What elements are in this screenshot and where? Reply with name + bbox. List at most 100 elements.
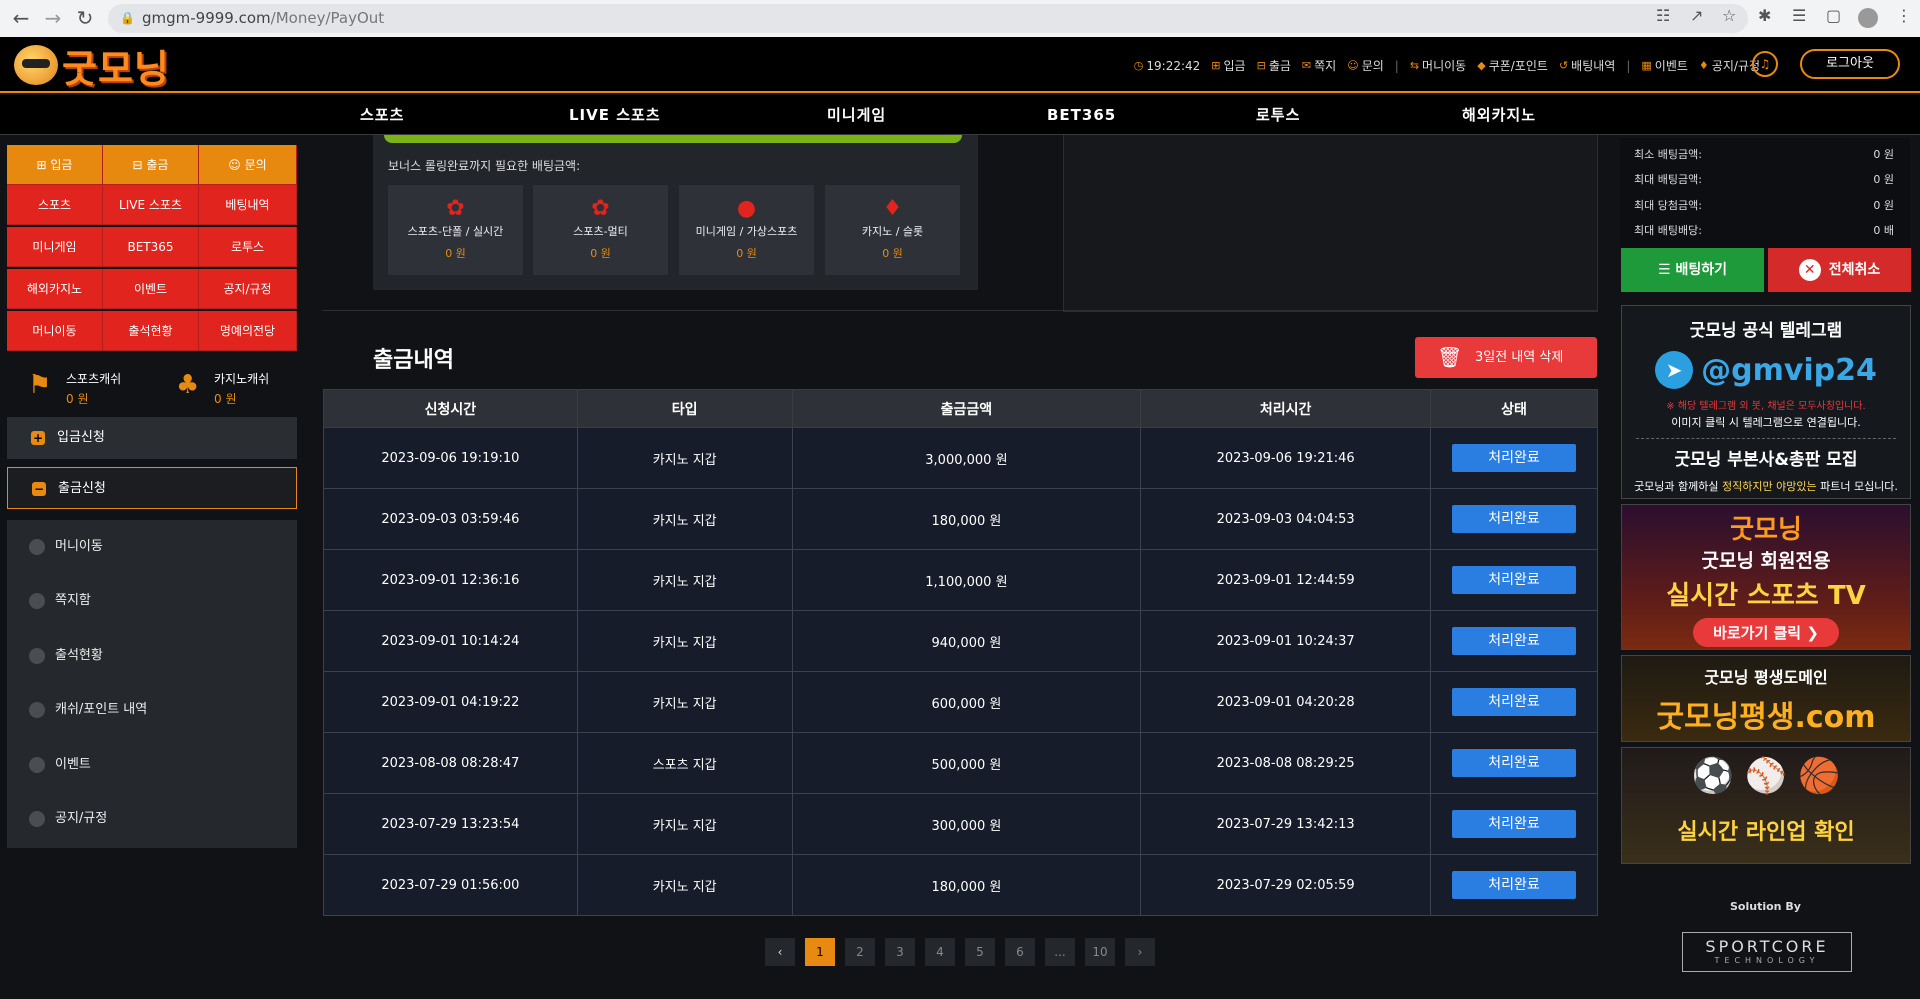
profile-avatar[interactable] [1858, 8, 1878, 28]
status-badge: 처리완료 [1452, 871, 1576, 899]
rolling-progress-bar [384, 135, 962, 143]
quick-bet-history[interactable]: 베팅내역 [199, 185, 297, 225]
quick-event[interactable]: 이벤트 [103, 269, 199, 309]
tv-go-button[interactable]: 바로가기 클릭 ❯ [1693, 618, 1839, 647]
translate-icon[interactable]: ☷ [1656, 6, 1670, 25]
column-header: 상태 [1430, 389, 1598, 428]
top-menu-label: 문의 [1361, 59, 1384, 73]
sidebar-item-inbox[interactable]: 쪽지함 [7, 574, 297, 628]
quick-bet365[interactable]: BET365 [103, 227, 199, 267]
nav-sports[interactable]: 스포츠 [360, 95, 404, 135]
nav-live-sports[interactable]: LIVE 스포츠 [569, 95, 661, 135]
status-cell: 처리완료 [1430, 854, 1598, 916]
page-4[interactable]: 4 [925, 938, 955, 966]
sidebar-item-money-move[interactable]: 머니이동 [7, 520, 297, 574]
page-ellipsis[interactable]: ... [1045, 938, 1075, 966]
quick-hall-of-fame[interactable]: 명예의전당 [199, 311, 297, 351]
calendar-icon: ▦ [1641, 59, 1652, 72]
quick-notice[interactable]: 공지/규정 [199, 269, 297, 309]
quick-inquiry[interactable]: ☺ 문의 [199, 145, 297, 185]
deposit-request-button[interactable]: + 입금신청 [7, 417, 297, 459]
top-menu-message[interactable]: ✉ 쪽지 [1302, 57, 1336, 74]
top-menu-deposit[interactable]: ⊞ 입금 [1211, 57, 1245, 74]
menu-dots-icon[interactable]: ⋮ [1896, 6, 1912, 25]
logout-button[interactable]: 로그아웃 [1800, 49, 1900, 79]
table-row: 2023-09-06 19:19:10 카지노 지갑 3,000,000 원 2… [323, 427, 1598, 489]
lineup-banner[interactable]: ⚽ ⚾ 🏀 실시간 라인업 확인 [1621, 747, 1911, 864]
telegram-banner[interactable]: 굿모닝 공식 텔레그램 ➤ @gmvip24 ※ 해당 텔레그램 외 봇, 채널은… [1621, 305, 1911, 499]
quick-live-sports[interactable]: LIVE 스포츠 [103, 185, 199, 225]
top-menu-withdraw[interactable]: ⊟ 출금 [1257, 57, 1291, 74]
page-3[interactable]: 3 [885, 938, 915, 966]
nav-bet365[interactable]: BET365 [1047, 95, 1116, 135]
sound-toggle-icon[interactable]: ♫ [1752, 51, 1778, 77]
delete-3days-label: 3일전 내역 삭제 [1475, 350, 1564, 365]
back-arrow-icon[interactable]: ← [8, 5, 34, 31]
processed-time: 2023-07-29 02:05:59 [1140, 854, 1432, 916]
top-menu-notice[interactable]: ♦ 공지/규정 [1699, 57, 1760, 74]
top-menu-label: 이벤트 [1654, 59, 1688, 73]
quick-sports[interactable]: 스포츠 [7, 185, 103, 225]
tv-go-label: 바로가기 클릭 [1713, 624, 1802, 642]
reload-icon[interactable]: ↻ [72, 5, 98, 31]
nav-lotus[interactable]: 로투스 [1256, 95, 1300, 135]
domain-banner[interactable]: 굿모닝 평생도메인 굿모닝평생.com [1621, 655, 1911, 742]
close-icon: ✕ [1798, 259, 1821, 281]
sports-cash: ⚑ 스포츠캐쉬 0 원 [28, 370, 121, 407]
withdraw-request-button[interactable]: − 출금신청 [7, 467, 297, 509]
top-menu-bet-history[interactable]: ↺ 배팅내역 [1559, 57, 1615, 74]
sidebar-item-label: 쪽지함 [55, 593, 91, 608]
nav-overseas-casino[interactable]: 해외카지노 [1462, 95, 1536, 135]
sportcore-brand: SPORTCORE [1705, 937, 1829, 956]
page-2[interactable]: 2 [845, 938, 875, 966]
page-6[interactable]: 6 [1005, 938, 1035, 966]
prev-page-chevron-icon[interactable]: ‹ [765, 938, 795, 966]
quick-attendance[interactable]: 출석현황 [103, 311, 199, 351]
page-10[interactable]: 10 [1085, 938, 1115, 966]
side-panel-icon[interactable]: ▢ [1826, 6, 1841, 25]
address-bar[interactable]: 🔒 gmgm-9999.com/Money/PayOut [108, 4, 1748, 33]
plus-square-icon: ⊞ [1211, 59, 1221, 72]
nav-minigame[interactable]: 미니게임 [827, 95, 886, 135]
share-icon[interactable]: ↗ [1690, 6, 1703, 25]
quick-label: 입금 [50, 158, 73, 172]
status-cell: 처리완료 [1430, 610, 1598, 672]
browser-toolbar: ← → ↻ 🔒 gmgm-9999.com/Money/PayOut ☷ ↗ ☆… [0, 0, 1920, 37]
section-divider [322, 310, 1598, 311]
minus-icon: − [32, 482, 46, 496]
bell-icon: ♦ [1698, 59, 1709, 72]
place-bet-button[interactable]: ☰ 배팅하기 [1621, 248, 1764, 292]
sidebar-item-attendance[interactable]: 출석현황 [7, 629, 297, 683]
top-menu-event[interactable]: ▦ 이벤트 [1641, 57, 1688, 74]
clock-icon: ◷ [1133, 59, 1144, 72]
quick-money-move[interactable]: 머니이동 [7, 311, 103, 351]
bonus-card-label: 스포츠-단폴 / 실시간 [407, 225, 504, 238]
cancel-all-button[interactable]: ✕ 전체취소 [1768, 248, 1911, 292]
forward-arrow-icon[interactable]: → [40, 5, 66, 31]
quick-overseas-casino[interactable]: 해외카지노 [7, 269, 103, 309]
quick-lotus[interactable]: 로투스 [199, 227, 297, 267]
next-page-chevron-icon[interactable]: › [1125, 938, 1155, 966]
domain-line1: 굿모닝 평생도메인 [1704, 668, 1828, 687]
sports-tv-banner[interactable]: 굿모닝 굿모닝 회원전용 실시간 스포츠 TV 바로가기 클릭 ❯ [1621, 504, 1911, 650]
reading-list-icon[interactable]: ☰ [1792, 6, 1806, 25]
bonus-card-value: 0 원 [882, 247, 903, 260]
bookmark-star-icon[interactable]: ☆ [1722, 6, 1736, 25]
site-logo[interactable]: 굿모닝 [14, 43, 170, 91]
minus-square-icon: ⊟ [132, 158, 147, 172]
page-5[interactable]: 5 [965, 938, 995, 966]
sidebar-item-cash-point-history[interactable]: 캐쉬/포인트 내역 [7, 683, 297, 737]
sidebar-item-event[interactable]: 이벤트 [7, 738, 297, 792]
top-menu-inquiry[interactable]: ☺ 문의 [1347, 57, 1384, 74]
extensions-icon[interactable]: ✱ [1758, 6, 1771, 25]
top-menu-coupon[interactable]: ◆ 쿠폰/포인트 [1477, 57, 1548, 74]
delete-3days-button[interactable]: 🗑 3일전 내역 삭제 [1415, 337, 1597, 378]
quick-withdraw[interactable]: ⊟ 출금 [103, 145, 199, 185]
banner-divider [1636, 438, 1896, 439]
sidebar-item-notice[interactable]: 공지/규정 [7, 792, 297, 846]
top-menu-label: 쪽지 [1314, 59, 1337, 73]
quick-minigame[interactable]: 미니게임 [7, 227, 103, 267]
top-menu-money-move[interactable]: ⇆ 머니이동 [1410, 57, 1466, 74]
page-1[interactable]: 1 [805, 938, 835, 966]
quick-deposit[interactable]: ⊞ 입금 [7, 145, 103, 185]
